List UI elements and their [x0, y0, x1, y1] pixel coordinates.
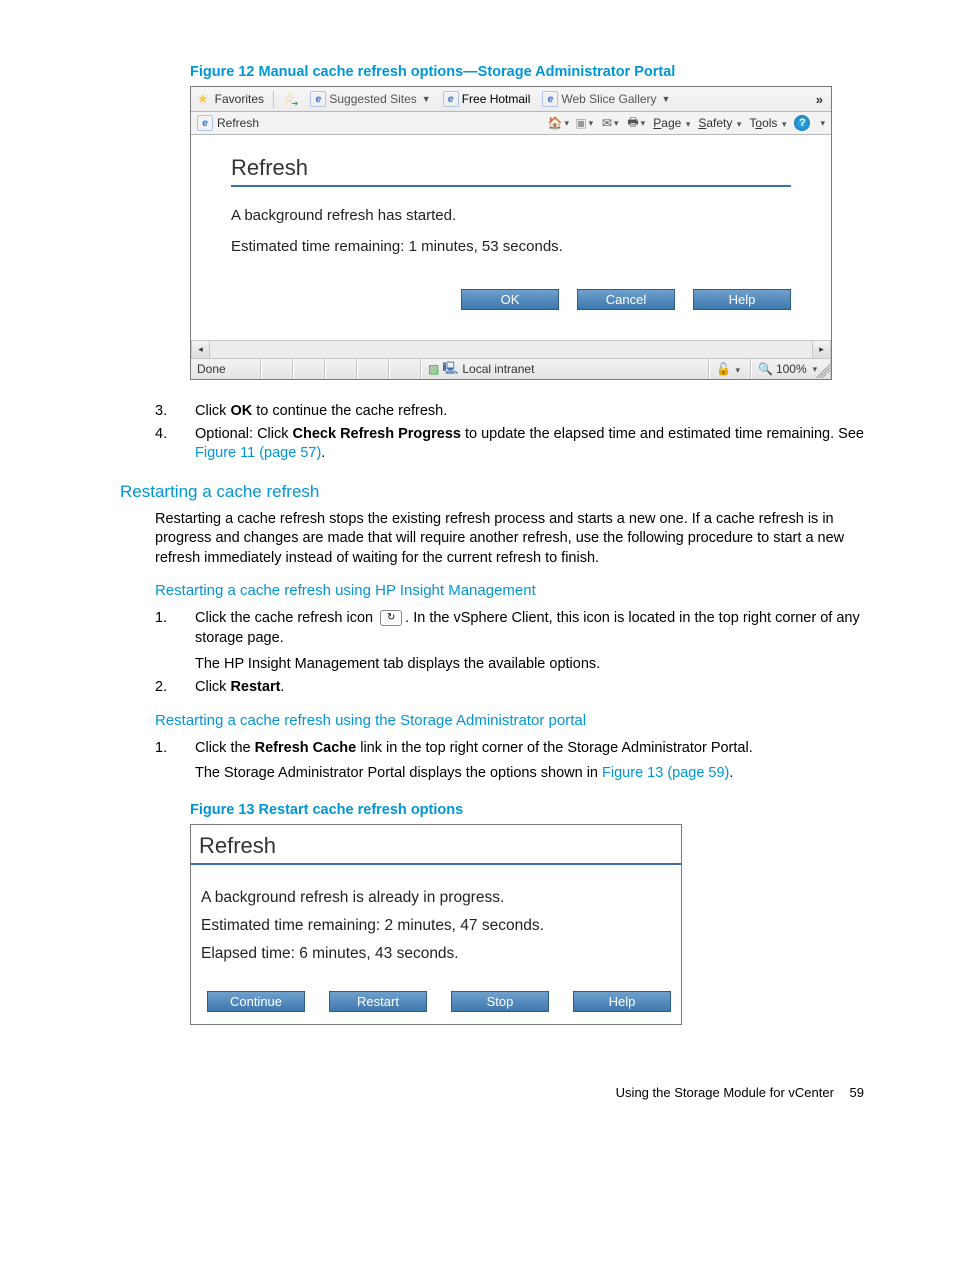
restart-window-screenshot: Refresh A background refresh is already …: [190, 824, 682, 1025]
scroll-right-icon[interactable]: ▸: [812, 341, 831, 358]
ie-page-icon: e: [310, 91, 326, 107]
zoom-level[interactable]: 100%: [776, 362, 807, 376]
horizontal-scrollbar[interactable]: ◂ ▸: [191, 340, 831, 358]
tab-title: Refresh: [217, 116, 259, 130]
safety-menu[interactable]: Safety ▾: [698, 116, 741, 130]
restart-button[interactable]: Restart: [329, 991, 427, 1012]
cache-refresh-icon: ↻: [380, 610, 402, 626]
home-icon[interactable]: 🏠▾: [549, 115, 567, 131]
paragraph: Restarting a cache refresh stops the exi…: [155, 510, 864, 569]
panel-title: Refresh: [191, 825, 681, 865]
status-bar: Done ▨🖳Local intranet 🔓 ▾ 🔍100%▾: [191, 358, 831, 379]
refresh-panel: Refresh A background refresh has started…: [191, 135, 831, 340]
scroll-left-icon[interactable]: ◂: [191, 341, 210, 358]
panel-line: Elapsed time: 6 minutes, 43 seconds.: [201, 945, 671, 963]
ok-button[interactable]: OK: [461, 289, 559, 310]
tools-menu[interactable]: Tools ▾: [749, 116, 786, 130]
add-fav-icon[interactable]: ☆➜: [283, 91, 301, 107]
step-text: Optional: Click Check Refresh Progress t…: [195, 425, 864, 464]
panel-line: Estimated time remaining: 2 minutes, 47 …: [201, 917, 671, 935]
panel-line: A background refresh is already in progr…: [201, 889, 671, 907]
globe-icon: 🖳: [442, 359, 458, 380]
step-text: Click Restart.: [195, 678, 864, 698]
cancel-button[interactable]: Cancel: [577, 289, 675, 310]
step-text: Click OK to continue the cache refresh.: [195, 402, 864, 422]
free-hotmail-link[interactable]: e Free Hotmail: [440, 90, 534, 108]
footer-section: Using the Storage Module for vCenter: [616, 1085, 834, 1100]
zoom-icon[interactable]: 🔍: [758, 362, 773, 376]
figure-link[interactable]: Figure 13 (page 59): [602, 765, 729, 781]
heading-restarting: Restarting a cache refresh: [120, 482, 864, 502]
step-number: 2.: [155, 678, 195, 698]
feeds-icon[interactable]: ▣▾: [575, 115, 593, 131]
ie-page-icon: e: [443, 91, 459, 107]
favorites-star-icon: ★: [197, 91, 209, 107]
continue-button[interactable]: Continue: [207, 991, 305, 1012]
panel-line-1: A background refresh has started.: [231, 207, 801, 224]
panel-line-2: Estimated time remaining: 1 minutes, 53 …: [231, 238, 801, 255]
figure-12-caption: Figure 12 Manual cache refresh options—S…: [190, 64, 864, 80]
security-zone: Local intranet: [462, 362, 534, 376]
step-number: 4.: [155, 425, 195, 464]
suggested-sites-link[interactable]: e Suggested Sites▼: [307, 90, 433, 108]
security-zone-icon: ▨: [428, 362, 439, 376]
command-bar: e Refresh 🏠▾ ▣▾ ✉▾ 🖶▾ Page ▾ Safety ▾ To…: [191, 112, 831, 135]
overflow-chevron-icon[interactable]: »: [816, 92, 823, 107]
web-slice-gallery-link[interactable]: e Web Slice Gallery▼: [539, 90, 673, 108]
figure-link[interactable]: Figure 11 (page 57): [195, 445, 321, 461]
subheading-insight: Restarting a cache refresh using HP Insi…: [155, 582, 864, 599]
help-icon[interactable]: ?: [794, 115, 810, 131]
panel-title: Refresh: [231, 155, 791, 187]
ie-page-icon: e: [197, 115, 213, 131]
step-number: 3.: [155, 402, 195, 422]
step-result: The HP Insight Management tab displays t…: [195, 655, 864, 675]
ie-page-icon: e: [542, 91, 558, 107]
protected-mode-icon[interactable]: 🔓 ▾: [716, 362, 740, 376]
step-number: 1.: [155, 739, 195, 759]
figure-13-caption: Figure 13 Restart cache refresh options: [190, 802, 864, 818]
favorites-label: Favorites: [215, 92, 264, 106]
favorites-bar: ★ Favorites ☆➜ e Suggested Sites▼ e Free…: [191, 87, 831, 112]
subheading-portal: Restarting a cache refresh using the Sto…: [155, 712, 864, 729]
print-icon[interactable]: 🖶▾: [627, 115, 645, 131]
resize-grip-icon[interactable]: [816, 364, 830, 378]
help-button[interactable]: Help: [693, 289, 791, 310]
step-text: Click the Refresh Cache link in the top …: [195, 739, 864, 759]
help-button[interactable]: Help: [573, 991, 671, 1012]
stop-button[interactable]: Stop: [451, 991, 549, 1012]
page-menu[interactable]: Page ▾: [653, 116, 690, 130]
page-number: 59: [850, 1085, 864, 1100]
read-mail-icon[interactable]: ✉▾: [601, 115, 619, 131]
ie-window-screenshot: ★ Favorites ☆➜ e Suggested Sites▼ e Free…: [190, 86, 832, 380]
step-text: Click the cache refresh icon ↻. In the v…: [195, 609, 864, 648]
step-result: The Storage Administrator Portal display…: [195, 764, 864, 784]
status-done: Done: [191, 359, 261, 379]
step-number: 1.: [155, 609, 195, 648]
